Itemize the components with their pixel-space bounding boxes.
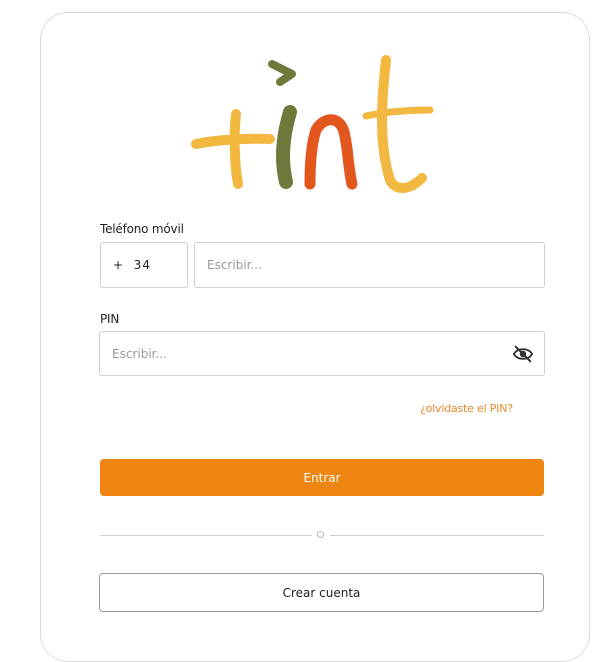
forgot-pin-link[interactable]: ¿olvidaste el PIN?: [420, 402, 513, 415]
logo-t: [377, 55, 427, 193]
brand-logo: [191, 55, 434, 193]
country-code-field[interactable]: + 34: [100, 242, 188, 288]
divider-right: [330, 535, 544, 536]
divider-circle-icon: [317, 531, 324, 538]
submit-button[interactable]: Entrar: [100, 459, 544, 496]
eye-slash-icon[interactable]: [512, 344, 534, 364]
logo-t-cross: [362, 106, 434, 120]
phone-input-box[interactable]: [194, 242, 545, 288]
logo-plus-vertical: [229, 109, 243, 189]
divider-left: [100, 535, 312, 536]
logo-i: [276, 105, 297, 189]
logo-i-dot: [268, 60, 296, 86]
pin-input[interactable]: [100, 346, 544, 361]
pin-input-box[interactable]: [99, 331, 545, 376]
phone-label: Teléfono móvil: [100, 222, 184, 236]
create-account-button[interactable]: Crear cuenta: [99, 573, 544, 612]
country-code-value: + 34: [113, 258, 151, 272]
logo-n: [304, 114, 358, 190]
phone-input[interactable]: [195, 258, 544, 272]
pin-label: PIN: [100, 312, 120, 326]
